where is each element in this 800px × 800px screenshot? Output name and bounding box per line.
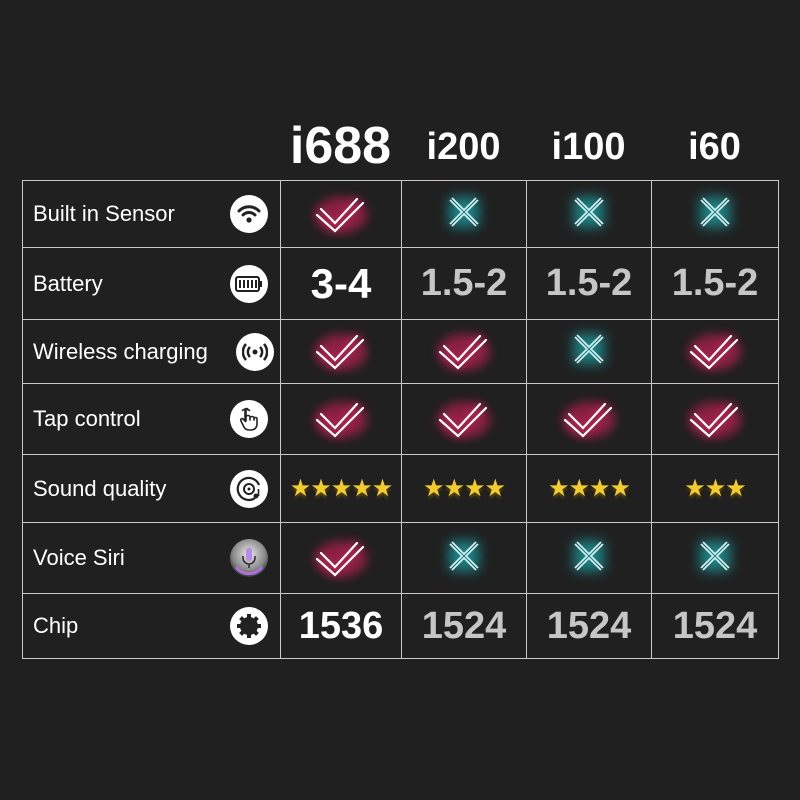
star-rating: ★★★ [684, 475, 747, 502]
spec-value: 1536 [298, 604, 384, 647]
cell-i100: 1524 [526, 593, 652, 659]
star-rating: ★★★★ [422, 475, 506, 502]
cross-icon [690, 540, 740, 585]
cell-i688 [280, 522, 402, 594]
cell-i60: 1524 [651, 593, 779, 659]
cell-i60: ★★★ [651, 454, 779, 523]
feature-cell: Built in Sensor [22, 180, 281, 248]
cell-i688 [280, 180, 402, 248]
cross-icon [564, 334, 614, 378]
spec-value: 1.5-2 [420, 262, 508, 304]
check-icon [432, 333, 496, 378]
feature-label: Tap control [33, 406, 141, 431]
check-icon [432, 401, 496, 446]
model-header-i60: i60 [688, 126, 741, 168]
spec-value: 3-4 [310, 259, 372, 307]
table-row: Voice Siri [22, 522, 779, 594]
table-row: Sound quality ★★★★★ ★★★★ ★★★★ ★★★ [22, 454, 779, 523]
wifi-icon [230, 195, 268, 233]
microphone-icon [230, 539, 268, 577]
cell-i60 [651, 383, 779, 455]
cell-i60 [651, 319, 779, 384]
table-row: Chip 1536 1524 1524 1524 [22, 593, 779, 659]
battery-icon [230, 264, 268, 303]
cell-i100: 1.5-2 [526, 247, 652, 320]
feature-cell: Battery [22, 247, 281, 320]
feature-cell: Chip [22, 593, 281, 659]
feature-label: Battery [33, 270, 103, 296]
chip-icon [230, 607, 268, 645]
check-icon [309, 401, 373, 446]
star-rating: ★★★★ [547, 475, 631, 502]
table-row: Tap control [22, 383, 779, 455]
cell-i100 [526, 319, 652, 384]
cross-icon [564, 196, 614, 241]
tap-hand-icon [230, 400, 268, 438]
table-row: Battery 3-4 1.5-2 1.5-2 1.5-2 [22, 247, 779, 320]
cell-i200: 1524 [401, 593, 527, 659]
cell-i60: 1.5-2 [651, 247, 779, 320]
feature-cell: Sound quality [22, 454, 281, 523]
table-row: Built in Sensor [22, 180, 779, 248]
feature-label: Voice Siri [33, 545, 125, 570]
cell-i688: 3-4 [280, 247, 402, 320]
feature-cell: Wireless charging [22, 319, 281, 384]
cell-i100 [526, 180, 652, 248]
cell-i200: 1.5-2 [401, 247, 527, 320]
cell-i60 [651, 522, 779, 594]
cell-i100 [526, 522, 652, 594]
cross-icon [690, 196, 740, 241]
cell-i60 [651, 180, 779, 248]
cell-i688 [280, 319, 402, 384]
spec-value: 1524 [546, 604, 632, 647]
model-header-i688: i688 [289, 117, 392, 175]
feature-cell: Voice Siri [22, 522, 281, 594]
check-icon [683, 333, 747, 378]
check-icon [683, 401, 747, 446]
star-rating: ★★★★★ [289, 475, 394, 502]
check-icon [309, 333, 373, 378]
cross-icon [439, 196, 489, 241]
feature-cell: Tap control [22, 383, 281, 455]
feature-label: Built in Sensor [33, 201, 175, 226]
wireless-signal-icon [236, 332, 274, 371]
feature-label: Chip [33, 613, 79, 638]
comparison-table: Built in Sensor Battery 3-4 1.5-2 1.5-2 1.5-… [22, 180, 779, 659]
cross-icon [439, 540, 489, 585]
feature-label: Wireless charging [33, 338, 208, 364]
table-row: Wireless charging [22, 319, 779, 384]
feature-label: Sound quality [33, 475, 167, 501]
cell-i100 [526, 383, 652, 455]
cell-i200 [401, 522, 527, 594]
cell-i200: ★★★★ [401, 454, 527, 523]
check-icon [309, 196, 373, 241]
spec-value: 1524 [672, 604, 758, 647]
spec-value: 1524 [421, 604, 507, 647]
cell-i100: ★★★★ [526, 454, 652, 523]
check-icon [309, 540, 373, 585]
cell-i688: ★★★★★ [280, 454, 402, 523]
cross-icon [564, 540, 614, 585]
music-disc-icon [230, 469, 268, 508]
cell-i200 [401, 319, 527, 384]
cell-i688 [280, 383, 402, 455]
check-icon [557, 401, 621, 446]
spec-value: 1.5-2 [545, 262, 633, 304]
cell-i200 [401, 383, 527, 455]
model-header-i100: i100 [551, 126, 626, 168]
cell-i688: 1536 [280, 593, 402, 659]
cell-i200 [401, 180, 527, 248]
model-header-i200: i200 [426, 126, 501, 168]
spec-value: 1.5-2 [671, 262, 759, 304]
